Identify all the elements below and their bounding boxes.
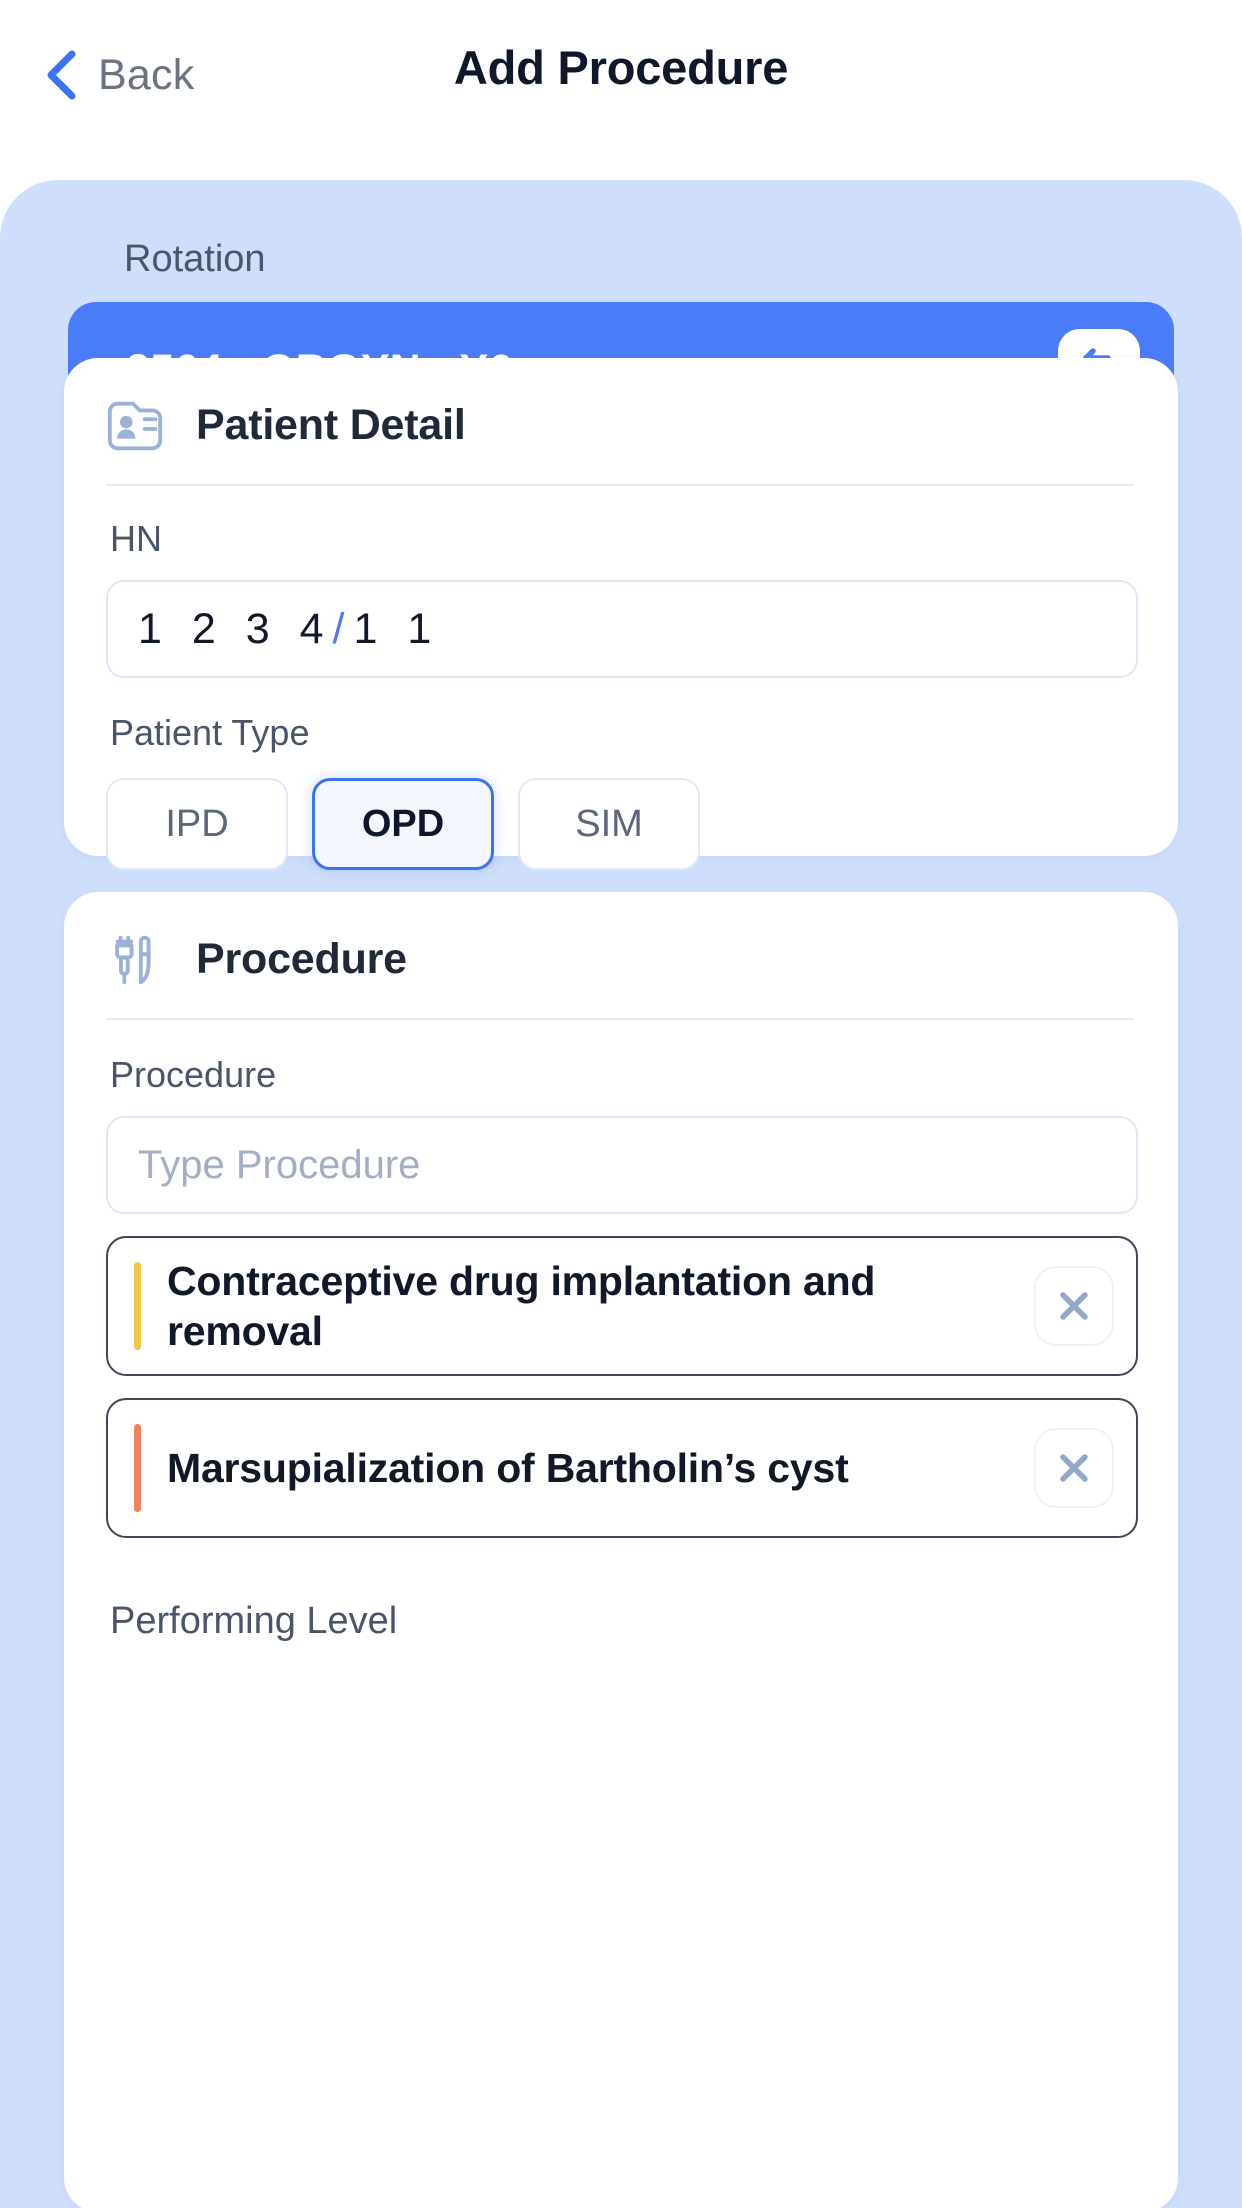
id-card-icon <box>107 401 163 451</box>
page-title: Add Procedure <box>453 41 789 94</box>
rotation-label: Rotation <box>124 238 266 280</box>
content-sheet: Rotation 2564 - OBGYN - Y6 Patient Detai… <box>0 180 1242 2208</box>
hn-separator: / <box>332 604 354 653</box>
remove-procedure-button[interactable] <box>1034 1266 1114 1347</box>
procedure-header: Procedure <box>64 892 1178 990</box>
patient-type-label: Patient Type <box>110 712 310 753</box>
chip-accent-bar <box>134 1424 141 1513</box>
hn-value-right: 1 1 <box>353 604 441 653</box>
patient-type-ipd[interactable]: IPD <box>106 778 288 870</box>
hn-input[interactable]: 1 2 3 4/1 1 <box>106 580 1138 678</box>
hn-label: HN <box>110 518 162 559</box>
patient-detail-header: Patient Detail <box>64 358 1178 456</box>
procedure-title: Procedure <box>196 934 407 983</box>
selected-procedure-chip[interactable]: Marsupialization of Bartholin’s cyst <box>106 1398 1138 1539</box>
syringe-scalpel-icon <box>115 935 151 985</box>
procedure-input-placeholder: Type Procedure <box>138 1142 421 1187</box>
selected-procedure-chip[interactable]: Contraceptive drug implantation and remo… <box>106 1236 1138 1377</box>
remove-procedure-button[interactable] <box>1034 1428 1114 1509</box>
top-navigation-bar: Back Add Procedure <box>0 0 1242 182</box>
procedure-search-input[interactable]: Type Procedure <box>106 1116 1138 1214</box>
patient-detail-title: Patient Detail <box>196 400 466 449</box>
performing-level-label: Performing Level <box>110 1600 398 1643</box>
chip-accent-bar <box>134 1262 141 1351</box>
chip-label: Marsupialization of Bartholin’s cyst <box>167 1445 849 1492</box>
close-icon <box>1060 1292 1088 1320</box>
patient-detail-card: Patient Detail HN 1 2 3 4/1 1 Patient Ty… <box>64 358 1178 870</box>
close-icon <box>1060 1454 1088 1482</box>
patient-type-sim[interactable]: SIM <box>518 778 700 870</box>
procedure-field-label: Procedure <box>110 1054 277 1095</box>
patient-type-opd[interactable]: OPD <box>312 778 494 870</box>
chip-label: Contraceptive drug implantation and remo… <box>167 1258 876 1355</box>
patient-type-options: IPD OPD SIM <box>64 754 1178 870</box>
procedure-card: Procedure Procedure Type Procedure Contr… <box>64 892 1178 2208</box>
hn-value-left: 1 2 3 4 <box>138 604 333 653</box>
